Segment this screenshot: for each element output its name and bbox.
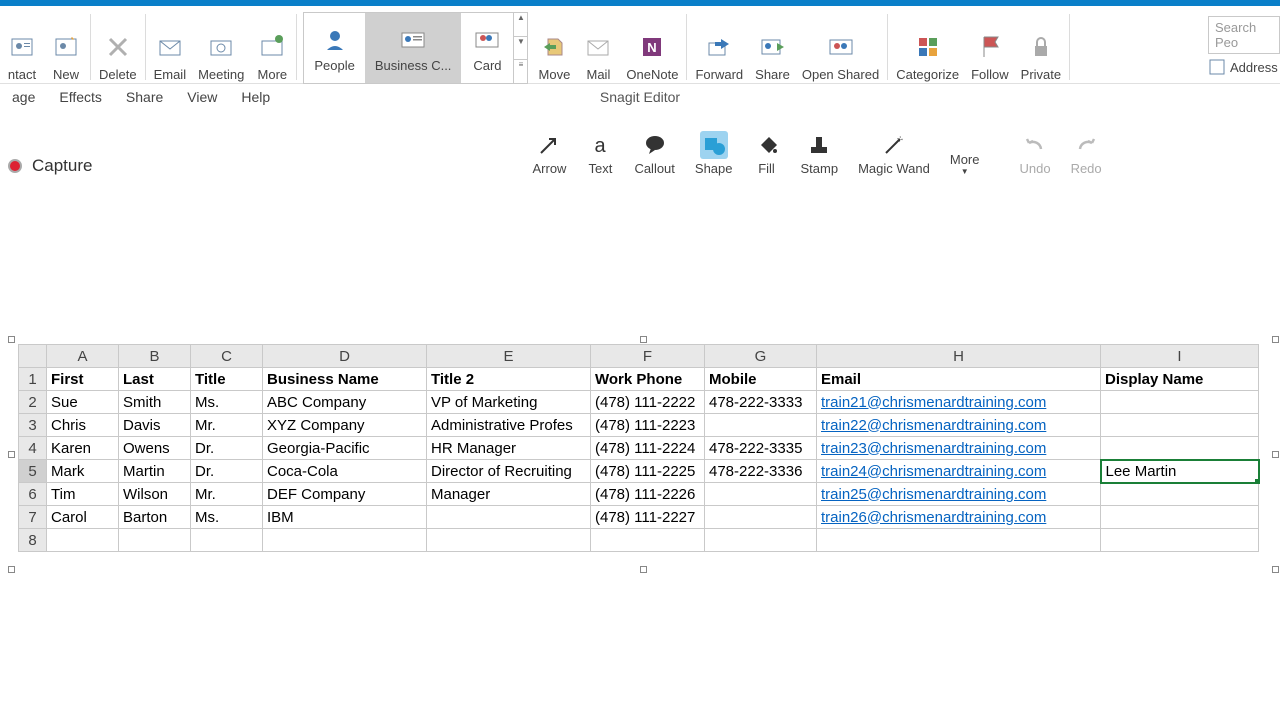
col-header[interactable]: F	[591, 345, 705, 368]
more-icon	[256, 31, 288, 63]
redo-button[interactable]: Redo	[1071, 131, 1102, 176]
snagit-menu: age Effects Share View Help Snagit Edito…	[0, 84, 1280, 110]
card-icon	[471, 24, 503, 56]
view-people[interactable]: People	[304, 13, 364, 83]
window-title: Snagit Editor	[600, 89, 680, 105]
people-icon	[319, 24, 351, 56]
address-book-icon	[1208, 58, 1226, 76]
delete-icon	[102, 31, 134, 63]
tool-magic-wand[interactable]: Magic Wand	[858, 131, 930, 176]
table-row[interactable]: 3 ChrisDavisMr.XYZ Company Administrativ…	[19, 414, 1259, 437]
tool-arrow[interactable]: Arrow	[532, 131, 566, 176]
snagit-toolbar: Capture Arrow aText Callout Shape Fill S…	[0, 110, 1280, 180]
spreadsheet[interactable]: A B C D E F G H I 1 FirstLast TitleBusin…	[18, 344, 1260, 552]
canvas-selection: A B C D E F G H I 1 FirstLast TitleBusin…	[8, 336, 1260, 552]
outlook-ribbon: ntact New Delete Email Meeting More Peop…	[0, 6, 1280, 84]
col-header[interactable]: H	[817, 345, 1101, 368]
view-business-card[interactable]: Business C...	[365, 13, 462, 83]
tool-more[interactable]: More▼	[950, 122, 980, 176]
meeting-icon	[205, 31, 237, 63]
open-shared-icon	[825, 31, 857, 63]
new-button[interactable]: New	[44, 10, 88, 82]
table-row[interactable]: 5 MarkMartinDr.Coca-Cola Director of Rec…	[19, 460, 1259, 483]
menu-effects[interactable]: Effects	[47, 89, 114, 105]
forward-icon	[703, 31, 735, 63]
move-icon	[538, 31, 570, 63]
tool-stamp[interactable]: Stamp	[801, 131, 839, 176]
onenote-icon: N	[636, 31, 668, 63]
mail-rule-icon	[582, 31, 614, 63]
fill-icon	[753, 131, 781, 159]
header-row: 1 FirstLast TitleBusiness Name Title 2Wo…	[19, 368, 1259, 391]
col-header[interactable]: G	[705, 345, 817, 368]
lock-icon	[1025, 31, 1057, 63]
view-scroll[interactable]: ▲▼≡	[513, 13, 527, 83]
forward-button[interactable]: Forward	[689, 10, 749, 82]
col-header[interactable]: E	[427, 345, 591, 368]
stamp-icon	[805, 131, 833, 159]
move-button[interactable]: Move	[532, 10, 576, 82]
share-icon	[757, 31, 789, 63]
redo-icon	[1072, 131, 1100, 159]
table-row[interactable]: 2 SueSmithMs.ABC Company VP of Marketing…	[19, 391, 1259, 414]
text-icon: a	[586, 131, 614, 159]
email-button[interactable]: Email	[148, 10, 193, 82]
table-row[interactable]: 4 KarenOwensDr.Georgia-Pacific HR Manage…	[19, 437, 1259, 460]
categorize-icon	[912, 31, 944, 63]
categorize-button[interactable]: Categorize	[890, 10, 965, 82]
search-area: Search Peo Address	[1204, 10, 1280, 76]
share-button[interactable]: Share	[749, 10, 796, 82]
col-header[interactable]: I	[1101, 345, 1259, 368]
capture-button[interactable]: Capture	[8, 156, 92, 176]
menu-view[interactable]: View	[175, 89, 229, 105]
select-all-corner[interactable]	[19, 345, 47, 368]
shape-icon	[700, 131, 728, 159]
col-header[interactable]: B	[119, 345, 191, 368]
svg-text:N: N	[648, 40, 657, 55]
private-button[interactable]: Private	[1015, 10, 1067, 82]
search-people-input[interactable]: Search Peo	[1208, 16, 1280, 54]
onenote-button[interactable]: N OneNote	[620, 10, 684, 82]
more-tools-icon	[951, 122, 979, 150]
followup-button[interactable]: Follow	[965, 10, 1015, 82]
menu-page[interactable]: age	[0, 89, 47, 105]
view-selector: People Business C... Card ▲▼≡	[303, 12, 528, 84]
col-header[interactable]: C	[191, 345, 263, 368]
tool-text[interactable]: aText	[586, 131, 614, 176]
business-card-icon	[397, 24, 429, 56]
callout-icon	[641, 131, 669, 159]
menu-help[interactable]: Help	[229, 89, 282, 105]
col-header[interactable]: A	[47, 345, 119, 368]
svg-text:a: a	[595, 135, 607, 157]
table-row[interactable]: 6 TimWilsonMr.DEF Company Manager(478) 1…	[19, 483, 1259, 506]
view-card[interactable]: Card	[461, 13, 513, 83]
contact-icon	[6, 31, 38, 63]
col-header[interactable]: D	[263, 345, 427, 368]
arrow-icon	[535, 131, 563, 159]
undo-icon	[1021, 131, 1049, 159]
table-row[interactable]: 7 CarolBartonMs.IBM (478) 111-2227 train…	[19, 506, 1259, 529]
menu-share[interactable]: Share	[114, 89, 175, 105]
meeting-button[interactable]: Meeting	[192, 10, 250, 82]
delete-button[interactable]: Delete	[93, 10, 143, 82]
email-icon	[154, 31, 186, 63]
more-button[interactable]: More	[250, 10, 294, 82]
undo-button[interactable]: Undo	[1019, 131, 1050, 176]
magic-wand-icon	[880, 131, 908, 159]
mail-button[interactable]: Mail	[576, 10, 620, 82]
tool-shape[interactable]: Shape	[695, 131, 733, 176]
tool-fill[interactable]: Fill	[753, 131, 781, 176]
record-icon	[8, 159, 22, 173]
new-icon	[50, 31, 82, 63]
flag-icon	[974, 31, 1006, 63]
open-shared-button[interactable]: Open Shared	[796, 10, 885, 82]
tool-callout[interactable]: Callout	[634, 131, 674, 176]
contact-button[interactable]: ntact	[0, 10, 44, 82]
address-book-button[interactable]: Address	[1208, 58, 1280, 76]
